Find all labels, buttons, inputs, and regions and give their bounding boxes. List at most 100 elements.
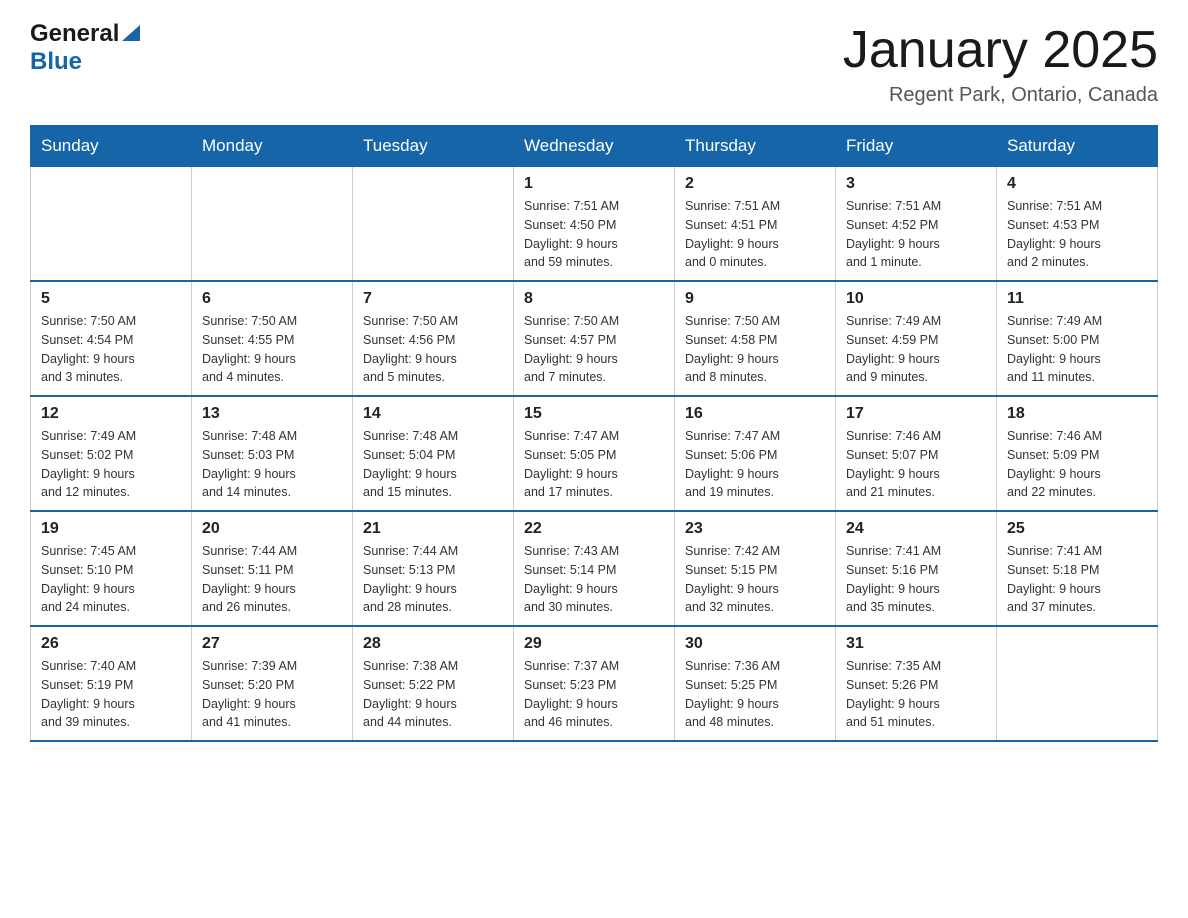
calendar-cell: 12 Sunrise: 7:49 AMSunset: 5:02 PMDayligh… <box>31 396 192 511</box>
calendar-cell <box>997 626 1158 741</box>
day-number: 26 <box>41 635 181 653</box>
calendar-cell: 25Sunrise: 7:41 AMSunset: 5:18 PMDayligh… <box>997 511 1158 626</box>
day-number: 27 <box>202 635 342 653</box>
day-number: 22 <box>524 520 664 538</box>
day-info: Sunrise: 7:49 AMSunset: 5:02 PMDaylight:… <box>41 427 181 502</box>
day-info: Sunrise: 7:50 AMSunset: 4:54 PMDaylight:… <box>41 312 181 387</box>
weekday-header-sunday: Sunday <box>31 126 192 167</box>
logo-blue-text: Blue <box>30 48 82 75</box>
day-info: Sunrise: 7:51 AMSunset: 4:53 PMDaylight:… <box>1007 197 1147 272</box>
calendar-cell: 3Sunrise: 7:51 AMSunset: 4:52 PMDaylight… <box>836 167 997 282</box>
day-number: 24 <box>846 520 986 538</box>
day-info: Sunrise: 7:48 AMSunset: 5:03 PMDaylight:… <box>202 427 342 502</box>
day-info: Sunrise: 7:46 AMSunset: 5:07 PMDaylight:… <box>846 427 986 502</box>
calendar-cell: 19 Sunrise: 7:45 AMSunset: 5:10 PMDayligh… <box>31 511 192 626</box>
day-info: Sunrise: 7:50 AMSunset: 4:58 PMDaylight:… <box>685 312 825 387</box>
day-number: 28 <box>363 635 503 653</box>
location-subtitle: Regent Park, Ontario, Canada <box>843 84 1158 107</box>
weekday-header-wednesday: Wednesday <box>514 126 675 167</box>
calendar-cell: 13 Sunrise: 7:48 AMSunset: 5:03 PMDayligh… <box>192 396 353 511</box>
day-info: Sunrise: 7:37 AMSunset: 5:23 PMDaylight:… <box>524 657 664 732</box>
calendar-cell: 1 Sunrise: 7:51 AMSunset: 4:50 PMDaylight… <box>514 167 675 282</box>
calendar-cell: 14 Sunrise: 7:48 AMSunset: 5:04 PMDayligh… <box>353 396 514 511</box>
month-title: January 2025 <box>843 20 1158 80</box>
day-number: 17 <box>846 405 986 423</box>
day-number: 5 <box>41 290 181 308</box>
calendar-cell: 31Sunrise: 7:35 AMSunset: 5:26 PMDayligh… <box>836 626 997 741</box>
day-number: 11 <box>1007 290 1147 308</box>
calendar-cell: 2Sunrise: 7:51 AMSunset: 4:51 PMDaylight… <box>675 167 836 282</box>
calendar-week-1: 1 Sunrise: 7:51 AMSunset: 4:50 PMDaylight… <box>31 167 1158 282</box>
day-info: Sunrise: 7:45 AMSunset: 5:10 PMDaylight:… <box>41 542 181 617</box>
logo-triangle-icon <box>122 25 140 41</box>
day-number: 7 <box>363 290 503 308</box>
calendar-cell: 18Sunrise: 7:46 AMSunset: 5:09 PMDayligh… <box>997 396 1158 511</box>
calendar-cell: 22 Sunrise: 7:43 AMSunset: 5:14 PMDayligh… <box>514 511 675 626</box>
calendar-cell: 30Sunrise: 7:36 AMSunset: 5:25 PMDayligh… <box>675 626 836 741</box>
day-number: 21 <box>363 520 503 538</box>
day-number: 13 <box>202 405 342 423</box>
day-info: Sunrise: 7:39 AMSunset: 5:20 PMDaylight:… <box>202 657 342 732</box>
day-number: 19 <box>41 520 181 538</box>
day-info: Sunrise: 7:44 AMSunset: 5:11 PMDaylight:… <box>202 542 342 617</box>
calendar-cell: 15 Sunrise: 7:47 AMSunset: 5:05 PMDayligh… <box>514 396 675 511</box>
calendar-header: SundayMondayTuesdayWednesdayThursdayFrid… <box>31 126 1158 167</box>
day-info: Sunrise: 7:47 AMSunset: 5:06 PMDaylight:… <box>685 427 825 502</box>
calendar-week-3: 12 Sunrise: 7:49 AMSunset: 5:02 PMDayligh… <box>31 396 1158 511</box>
day-number: 30 <box>685 635 825 653</box>
calendar-cell: 26Sunrise: 7:40 AMSunset: 5:19 PMDayligh… <box>31 626 192 741</box>
day-number: 12 <box>41 405 181 423</box>
weekday-header-row: SundayMondayTuesdayWednesdayThursdayFrid… <box>31 126 1158 167</box>
calendar-cell: 5 Sunrise: 7:50 AMSunset: 4:54 PMDaylight… <box>31 281 192 396</box>
day-info: Sunrise: 7:51 AMSunset: 4:50 PMDaylight:… <box>524 197 664 272</box>
calendar-body: 1 Sunrise: 7:51 AMSunset: 4:50 PMDaylight… <box>31 167 1158 742</box>
calendar-cell: 24 Sunrise: 7:41 AMSunset: 5:16 PMDayligh… <box>836 511 997 626</box>
day-info: Sunrise: 7:51 AMSunset: 4:51 PMDaylight:… <box>685 197 825 272</box>
calendar-cell: 6Sunrise: 7:50 AMSunset: 4:55 PMDaylight… <box>192 281 353 396</box>
calendar-cell: 9 Sunrise: 7:50 AMSunset: 4:58 PMDaylight… <box>675 281 836 396</box>
day-number: 1 <box>524 175 664 193</box>
day-number: 29 <box>524 635 664 653</box>
day-info: Sunrise: 7:35 AMSunset: 5:26 PMDaylight:… <box>846 657 986 732</box>
calendar-cell: 8 Sunrise: 7:50 AMSunset: 4:57 PMDaylight… <box>514 281 675 396</box>
day-info: Sunrise: 7:49 AMSunset: 4:59 PMDaylight:… <box>846 312 986 387</box>
calendar-cell <box>31 167 192 282</box>
calendar-cell: 21Sunrise: 7:44 AMSunset: 5:13 PMDayligh… <box>353 511 514 626</box>
day-info: Sunrise: 7:50 AMSunset: 4:57 PMDaylight:… <box>524 312 664 387</box>
day-info: Sunrise: 7:43 AMSunset: 5:14 PMDaylight:… <box>524 542 664 617</box>
day-info: Sunrise: 7:42 AMSunset: 5:15 PMDaylight:… <box>685 542 825 617</box>
day-number: 10 <box>846 290 986 308</box>
calendar-table: SundayMondayTuesdayWednesdayThursdayFrid… <box>30 125 1158 742</box>
calendar-week-4: 19 Sunrise: 7:45 AMSunset: 5:10 PMDayligh… <box>31 511 1158 626</box>
weekday-header-monday: Monday <box>192 126 353 167</box>
day-info: Sunrise: 7:41 AMSunset: 5:18 PMDaylight:… <box>1007 542 1147 617</box>
logo: General Blue <box>30 20 140 76</box>
calendar-cell: 29 Sunrise: 7:37 AMSunset: 5:23 PMDayligh… <box>514 626 675 741</box>
page-header: General Blue January 2025 Regent Park, O… <box>30 20 1158 107</box>
calendar-cell: 20 Sunrise: 7:44 AMSunset: 5:11 PMDayligh… <box>192 511 353 626</box>
calendar-cell: 4Sunrise: 7:51 AMSunset: 4:53 PMDaylight… <box>997 167 1158 282</box>
day-info: Sunrise: 7:48 AMSunset: 5:04 PMDaylight:… <box>363 427 503 502</box>
calendar-cell: 11 Sunrise: 7:49 AMSunset: 5:00 PMDayligh… <box>997 281 1158 396</box>
day-number: 20 <box>202 520 342 538</box>
day-info: Sunrise: 7:38 AMSunset: 5:22 PMDaylight:… <box>363 657 503 732</box>
day-number: 15 <box>524 405 664 423</box>
calendar-cell <box>192 167 353 282</box>
calendar-week-5: 26Sunrise: 7:40 AMSunset: 5:19 PMDayligh… <box>31 626 1158 741</box>
calendar-week-2: 5 Sunrise: 7:50 AMSunset: 4:54 PMDaylight… <box>31 281 1158 396</box>
calendar-cell: 16Sunrise: 7:47 AMSunset: 5:06 PMDayligh… <box>675 396 836 511</box>
day-number: 18 <box>1007 405 1147 423</box>
day-number: 9 <box>685 290 825 308</box>
day-info: Sunrise: 7:41 AMSunset: 5:16 PMDaylight:… <box>846 542 986 617</box>
calendar-cell: 28 Sunrise: 7:38 AMSunset: 5:22 PMDayligh… <box>353 626 514 741</box>
calendar-cell: 17 Sunrise: 7:46 AMSunset: 5:07 PMDayligh… <box>836 396 997 511</box>
weekday-header-thursday: Thursday <box>675 126 836 167</box>
day-number: 8 <box>524 290 664 308</box>
day-number: 6 <box>202 290 342 308</box>
weekday-header-tuesday: Tuesday <box>353 126 514 167</box>
day-number: 14 <box>363 405 503 423</box>
day-info: Sunrise: 7:49 AMSunset: 5:00 PMDaylight:… <box>1007 312 1147 387</box>
title-block: January 2025 Regent Park, Ontario, Canad… <box>843 20 1158 107</box>
day-info: Sunrise: 7:50 AMSunset: 4:56 PMDaylight:… <box>363 312 503 387</box>
day-info: Sunrise: 7:47 AMSunset: 5:05 PMDaylight:… <box>524 427 664 502</box>
